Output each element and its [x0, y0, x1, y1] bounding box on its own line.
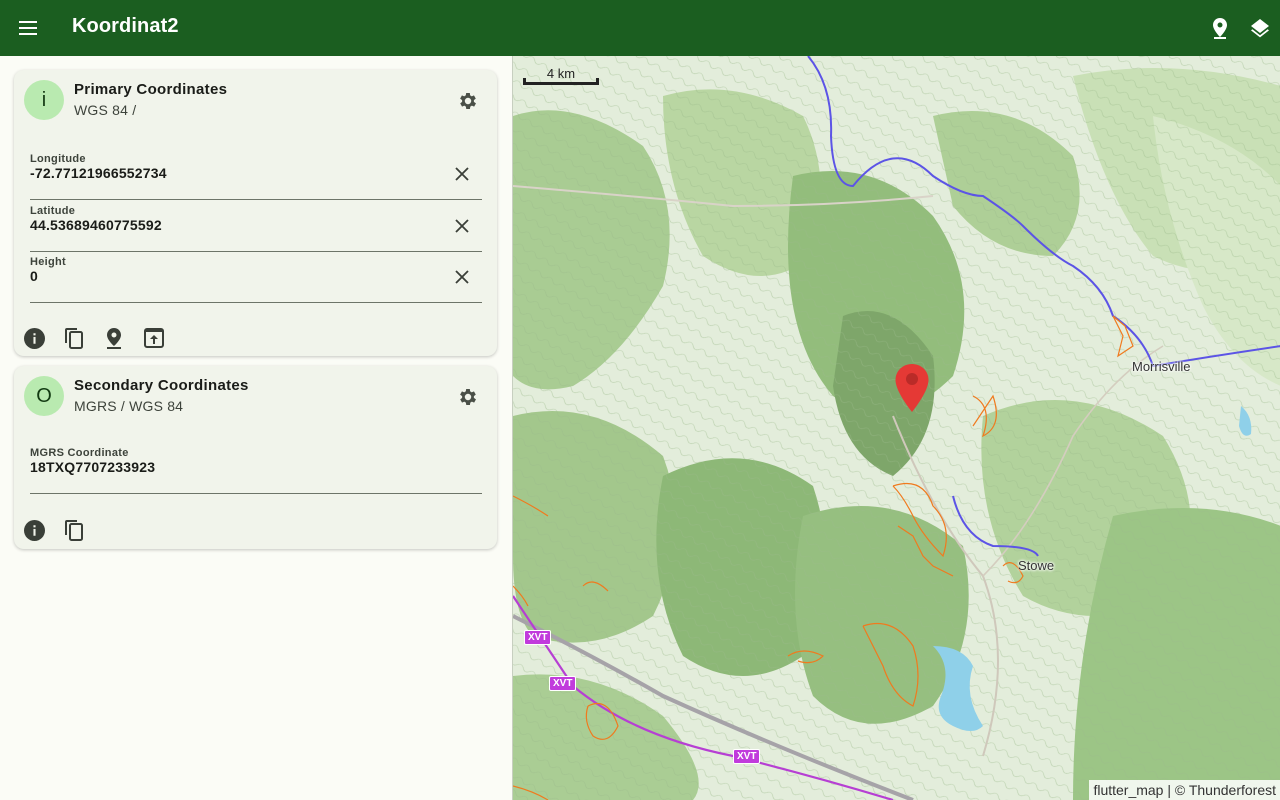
secondary-subtitle: MGRS / WGS 84 [74, 398, 184, 414]
clear-latitude-icon[interactable] [450, 214, 474, 238]
latitude-value[interactable]: 44.53689460775592 [30, 217, 162, 233]
copy-icon[interactable] [62, 518, 86, 542]
map-marker-icon[interactable] [893, 362, 931, 414]
info-icon[interactable] [22, 326, 46, 350]
terrain-map[interactable] [513, 56, 1280, 800]
coordinates-panel: i Primary Coordinates WGS 84 / Longitude… [0, 56, 512, 800]
secondary-coordinates-card: O Secondary Coordinates MGRS / WGS 84 MG… [14, 366, 497, 549]
secondary-title: Secondary Coordinates [74, 377, 249, 394]
height-field[interactable]: Height 0 [30, 251, 482, 303]
longitude-value[interactable]: -72.77121966552734 [30, 165, 167, 181]
place-label-morrisville: Morrisville [1132, 359, 1191, 374]
secondary-avatar: O [24, 376, 64, 416]
pin-icon[interactable] [102, 326, 126, 350]
scale-label: 4 km [546, 66, 576, 81]
location-pin-icon[interactable] [1208, 16, 1232, 40]
menu-icon[interactable] [16, 16, 40, 40]
app-bar: Koordinat2 [0, 0, 1280, 56]
highway-shield: XVT [549, 676, 577, 691]
latitude-field[interactable]: Latitude 44.53689460775592 [30, 200, 482, 252]
copy-icon[interactable] [62, 326, 86, 350]
mgrs-field[interactable]: MGRS Coordinate 18TXQ7707233923 [30, 442, 482, 494]
latitude-label: Latitude [30, 205, 76, 217]
gear-icon[interactable] [456, 385, 480, 409]
longitude-field[interactable]: Longitude -72.77121966552734 [30, 148, 482, 200]
app-title: Koordinat2 [72, 15, 179, 37]
highway-shield: XVT [524, 630, 552, 645]
primary-title: Primary Coordinates [74, 81, 228, 98]
longitude-label: Longitude [30, 153, 86, 165]
highway-shield: XVT [733, 749, 761, 764]
place-label-stowe: Stowe [1018, 558, 1055, 573]
secondary-actions [22, 518, 86, 542]
scale-bar: 4 km [523, 65, 601, 87]
mgrs-value[interactable]: 18TXQ7707233923 [30, 459, 155, 475]
primary-subtitle: WGS 84 / [74, 102, 137, 118]
open-in-icon[interactable] [142, 326, 166, 350]
clear-longitude-icon[interactable] [450, 162, 474, 186]
primary-actions [22, 326, 166, 350]
gear-icon[interactable] [456, 89, 480, 113]
map-attribution[interactable]: flutter_map | © Thunderforest [1089, 780, 1280, 800]
info-icon[interactable] [22, 518, 46, 542]
primary-coordinates-card: i Primary Coordinates WGS 84 / Longitude… [14, 70, 497, 356]
primary-avatar: i [24, 80, 64, 120]
mgrs-label: MGRS Coordinate [30, 447, 129, 459]
height-label: Height [30, 256, 67, 268]
layers-icon[interactable] [1248, 16, 1272, 40]
clear-height-icon[interactable] [450, 265, 474, 289]
map-view[interactable]: 4 km Morrisville Stowe XVT XVT XVT flutt… [512, 56, 1280, 800]
scale-bar-line [523, 78, 599, 85]
height-value[interactable]: 0 [30, 268, 38, 284]
